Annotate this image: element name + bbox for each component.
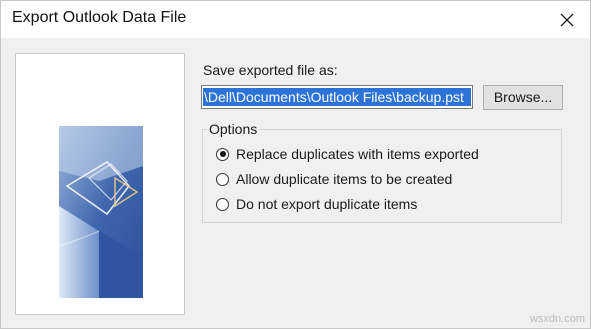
radio-button[interactable] — [216, 197, 229, 211]
close-icon — [560, 13, 574, 26]
radio-button-checked[interactable] — [216, 147, 229, 161]
browse-button[interactable]: Browse... — [483, 85, 563, 110]
close-button[interactable] — [544, 1, 590, 38]
save-as-label: Save exported file as: — [203, 62, 338, 78]
radio-label: Do not export duplicate items — [236, 196, 418, 212]
watermark: wsxdn.com — [529, 313, 585, 325]
options-legend: Options — [207, 121, 260, 137]
file-path-value: \Dell\Documents\Outlook Files\backup.pst — [203, 88, 471, 106]
wizard-art-icon — [59, 126, 143, 298]
radio-label: Replace duplicates with items exported — [236, 146, 479, 162]
radio-allow-duplicates[interactable]: Allow duplicate items to be created — [216, 171, 452, 187]
wizard-image-panel — [15, 53, 185, 315]
radio-do-not-export-duplicates[interactable]: Do not export duplicate items — [216, 196, 417, 212]
radio-replace-duplicates[interactable]: Replace duplicates with items exported — [216, 146, 479, 162]
dialog-title: Export Outlook Data File — [12, 9, 187, 26]
title-bar: Export Outlook Data File — [1, 1, 590, 38]
radio-button[interactable] — [216, 172, 229, 186]
export-dialog: Export Outlook Data File Save exported f… — [0, 0, 591, 329]
radio-label: Allow duplicate items to be created — [236, 171, 453, 187]
file-path-input[interactable]: \Dell\Documents\Outlook Files\backup.pst — [201, 85, 473, 109]
